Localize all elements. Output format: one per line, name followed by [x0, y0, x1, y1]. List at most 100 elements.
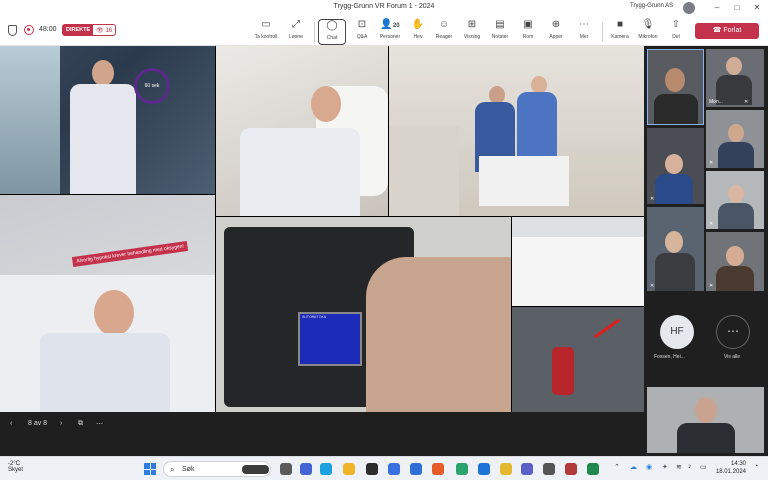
- live-label: DIREKTE: [63, 25, 94, 35]
- participant-tile[interactable]: ✕: [647, 128, 704, 204]
- notification-icon[interactable]: ◔: [754, 463, 758, 470]
- apps-icon: ⊕: [551, 19, 561, 30]
- slide-photo-patient-oxygen: [216, 46, 388, 216]
- chrome-icon[interactable]: [500, 463, 512, 475]
- slide-photo-extinguisher: [512, 307, 644, 412]
- participant-tile[interactable]: ✕: [706, 110, 764, 168]
- apps-button[interactable]: ⊕ Apper: [542, 19, 570, 45]
- take-control-button[interactable]: ▭ Ta kontroll: [252, 19, 280, 45]
- rooms-button[interactable]: ▣ Rom: [514, 19, 542, 45]
- edge-icon[interactable]: [320, 463, 332, 475]
- app-icon[interactable]: [456, 463, 468, 475]
- slide-photo-hypoxia: [0, 195, 215, 412]
- react-button[interactable]: ☺ Reager: [430, 19, 458, 45]
- teams-chat-icon[interactable]: [300, 463, 312, 475]
- camera-button[interactable]: ■ Kamera: [606, 19, 634, 45]
- previous-slide-icon[interactable]: ‹: [10, 420, 12, 427]
- firefox-icon[interactable]: [432, 463, 444, 475]
- qa-button[interactable]: ⊡ Q&A: [348, 19, 376, 45]
- meeting-toolbar: 48:00 DIREKTE 👁 16 ▭ Ta kontroll ⤢ Løsne ◯…: [0, 16, 768, 46]
- rooms-icon: ▣: [523, 19, 533, 30]
- account-avatar[interactable]: [683, 2, 695, 14]
- tray-expand-icon[interactable]: ⌃: [614, 463, 620, 471]
- participant-initials-avatar[interactable]: HF: [660, 315, 694, 349]
- alarm-panel-display: AUTOMATIKA: [298, 312, 362, 366]
- word-icon[interactable]: [410, 463, 422, 475]
- participant-tile[interactable]: [647, 49, 704, 125]
- microphone-button[interactable]: 🎙 Mikrofon: [634, 19, 662, 45]
- participant-tile[interactable]: Mon... ✕: [706, 49, 764, 107]
- title-bar: Trygg-Grunn VR Forum 1 - 2024 Trygg-Grun…: [0, 0, 768, 16]
- next-slide-icon[interactable]: ›: [60, 420, 62, 427]
- start-icon[interactable]: [144, 463, 156, 475]
- grid-view-icon[interactable]: ⧉: [78, 420, 83, 428]
- shield-icon[interactable]: [8, 25, 17, 36]
- mic-off-icon: 🎙: [641, 19, 655, 30]
- shared-content: 60 sek Alvorlig hypoksi krever behandlin…: [0, 46, 644, 412]
- tray-app-icon[interactable]: ☁: [630, 463, 637, 471]
- app-icon[interactable]: [565, 463, 577, 475]
- volume-icon[interactable]: ♪: [688, 463, 692, 470]
- participant-tile[interactable]: ✕: [647, 207, 704, 291]
- share-button[interactable]: ⇧ Del: [662, 19, 690, 45]
- leave-button[interactable]: ☎ Forlat: [695, 23, 759, 39]
- view-button[interactable]: ⊞ Visning: [458, 19, 486, 45]
- qa-icon: ⊡: [357, 19, 367, 30]
- muted-mic-icon: ✕: [709, 283, 714, 289]
- share-icon: ⇧: [671, 19, 681, 30]
- slide-more-icon[interactable]: ⋯: [96, 420, 103, 428]
- notes-button[interactable]: ▤ Notater: [486, 19, 514, 45]
- close-icon[interactable]: ✕: [751, 2, 763, 14]
- outlook-icon[interactable]: [478, 463, 490, 475]
- participant-tile[interactable]: [647, 387, 764, 453]
- muted-mic-icon: ✕: [709, 160, 714, 166]
- taskbar: -2°C Skyet ⌕ Søk ⌃ ☁ ◉ ✦ ≋ ♪ ▭ 14:30 18.…: [0, 456, 768, 480]
- maximize-icon[interactable]: □: [731, 2, 743, 14]
- participant-name: Fossen, Hei...: [654, 354, 685, 360]
- popout-button[interactable]: ⤢ Løsne: [282, 19, 310, 45]
- people-button[interactable]: 👤20 Personer: [376, 19, 404, 45]
- app-icon[interactable]: [388, 463, 400, 475]
- timer-ring: 60 sek: [134, 68, 170, 104]
- camera-icon: ■: [616, 19, 624, 30]
- popout-icon: ⤢: [292, 19, 300, 30]
- search-box[interactable]: ⌕ Søk: [163, 461, 271, 477]
- clock[interactable]: 14:30 18.01.2024: [712, 460, 746, 476]
- teams-icon[interactable]: [521, 463, 533, 475]
- weather-widget[interactable]: -2°C Skyet: [8, 461, 23, 473]
- wifi-icon[interactable]: ≋: [676, 463, 682, 471]
- participant-gallery: Mon... ✕ ✕ ✕ ✕ ✕ ✕: [644, 46, 768, 456]
- account-name[interactable]: Trygg-Grunn AS: [630, 3, 673, 9]
- app-icon[interactable]: [543, 463, 555, 475]
- slide-photo-vr-patient: 60 sek: [0, 46, 215, 194]
- muted-mic-icon: ✕: [744, 99, 749, 105]
- chat-button[interactable]: ◯ Chat: [318, 19, 346, 45]
- slide-photo-fire-panel: [216, 217, 511, 412]
- tray-app-icon[interactable]: ✦: [662, 463, 668, 471]
- chat-icon: ◯: [326, 20, 338, 31]
- view-icon: ⊞: [467, 19, 477, 30]
- task-view-icon[interactable]: [280, 463, 292, 475]
- phone-icon: ☎: [712, 27, 722, 34]
- more-icon: ⋯: [579, 19, 589, 30]
- raise-hand-icon: ✋: [411, 19, 425, 30]
- more-button[interactable]: ⋯ Mer: [570, 19, 598, 45]
- muted-mic-icon: ✕: [709, 221, 714, 227]
- live-badge: DIREKTE 👁 16: [62, 24, 117, 36]
- tray-app-icon[interactable]: ◉: [646, 463, 652, 471]
- muted-mic-icon: ✕: [650, 283, 655, 289]
- react-icon: ☺: [438, 19, 450, 30]
- notes-icon: ▤: [495, 19, 505, 30]
- view-all-label: Vis alle: [724, 354, 741, 360]
- search-icon: ⌕: [170, 465, 175, 474]
- participant-tile[interactable]: ✕: [706, 232, 764, 291]
- battery-icon[interactable]: ▭: [700, 463, 707, 471]
- file-explorer-icon[interactable]: [343, 463, 355, 475]
- cast-icon: ▭: [261, 19, 271, 30]
- raise-hand-button[interactable]: ✋ Hev: [404, 19, 432, 45]
- participant-tile[interactable]: ✕: [706, 171, 764, 229]
- minimize-icon[interactable]: –: [711, 2, 723, 14]
- view-all-button[interactable]: ⋯: [716, 315, 750, 349]
- store-icon[interactable]: [366, 463, 378, 475]
- excel-icon[interactable]: [587, 463, 599, 475]
